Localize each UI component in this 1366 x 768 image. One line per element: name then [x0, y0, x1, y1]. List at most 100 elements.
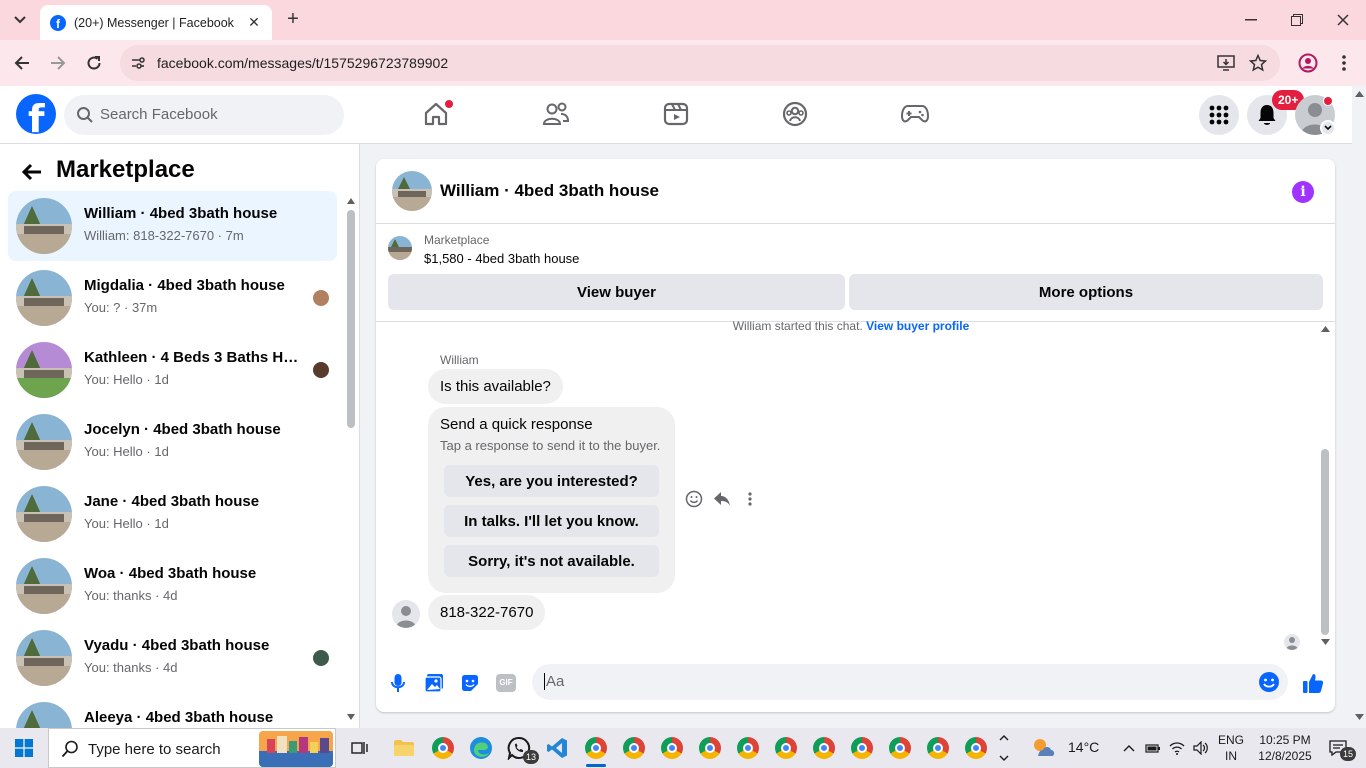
weather-widget[interactable]: 14°C [1030, 736, 1099, 758]
clock[interactable]: 10:25 PM 12/8/2025 [1250, 732, 1320, 764]
conversation-item[interactable]: William · 4bed 3bath house William: 818-3… [8, 191, 337, 261]
install-app-icon[interactable] [1216, 53, 1236, 73]
chrome-profile-button[interactable] [1296, 51, 1320, 75]
start-button[interactable] [0, 728, 48, 768]
gaming-nav-button[interactable] [899, 98, 931, 130]
scroll-down-arrow-icon[interactable] [1355, 714, 1364, 720]
sender-avatar[interactable] [392, 600, 420, 628]
view-buyer-profile-link[interactable]: View buyer profile [866, 319, 969, 333]
video-nav-button[interactable] [660, 98, 692, 130]
voice-clip-button[interactable] [386, 671, 410, 695]
chrome-profile-7-app[interactable] [808, 732, 840, 764]
send-like-button[interactable] [1301, 671, 1325, 695]
chrome-profile-11-app[interactable] [960, 732, 992, 764]
grid-menu-icon [1209, 105, 1229, 125]
message-bubble: 818-322-7670 [428, 595, 546, 630]
notification-center-button[interactable]: 15 [1326, 739, 1356, 761]
quick-reply-not-available[interactable]: Sorry, it's not available. [444, 545, 659, 577]
battery-tray-button[interactable] [1144, 739, 1162, 757]
chrome-profile-2-app[interactable] [618, 732, 650, 764]
message-more-button[interactable] [740, 489, 760, 509]
info-icon[interactable]: i [1292, 181, 1314, 203]
scroll-up-arrow-icon[interactable] [347, 198, 355, 204]
chrome-profile-6-app[interactable] [770, 732, 802, 764]
scroll-down-arrow-icon[interactable] [1321, 639, 1330, 645]
view-buyer-button[interactable]: View buyer [388, 274, 845, 310]
react-button[interactable] [684, 489, 704, 509]
chrome-profile-10-app[interactable] [922, 732, 954, 764]
chrome-profile-3-app[interactable] [656, 732, 688, 764]
listing-avatar[interactable] [392, 171, 432, 211]
friends-nav-button[interactable] [540, 98, 572, 130]
scroll-down-arrow-icon[interactable] [347, 714, 355, 720]
forward-button[interactable] [46, 51, 70, 75]
volume-tray-button[interactable] [1192, 739, 1210, 757]
chrome-profile-1-app[interactable] [580, 732, 612, 767]
page-scrollbar[interactable] [1352, 86, 1366, 728]
sidebar-scrollbar-thumb[interactable] [347, 210, 355, 428]
reply-button[interactable] [712, 489, 732, 509]
chrome-profile-4-app[interactable] [694, 732, 726, 764]
close-tab-icon[interactable]: ✕ [246, 14, 262, 31]
listing-thumbnail[interactable] [388, 236, 412, 260]
conversation-name: Kathleen · 4 Beds 3 Baths Hou... [84, 349, 304, 366]
message-input[interactable]: Aa [532, 664, 1288, 700]
attach-photo-button[interactable] [422, 671, 446, 695]
show-hidden-icons-button[interactable] [1120, 739, 1138, 757]
network-tray-button[interactable] [1168, 739, 1186, 757]
taskbar-search-box[interactable]: Type here to search [48, 728, 336, 768]
chrome-profile-5-app[interactable] [732, 732, 764, 764]
browser-toolbar: facebook.com/messages/t/1575296723789902 [0, 40, 1366, 86]
language-indicator[interactable]: ENG IN [1214, 732, 1248, 764]
more-options-button[interactable]: More options [849, 274, 1323, 310]
seen-indicator-avatar [1284, 634, 1300, 650]
conversation-item[interactable]: Kathleen · 4 Beds 3 Baths Hou... You: Hel… [8, 335, 337, 405]
chat-scrollbar-thumb[interactable] [1321, 449, 1329, 635]
groups-nav-button[interactable] [779, 98, 811, 130]
back-arrow-button[interactable] [18, 158, 46, 186]
tab-list-button[interactable] [8, 9, 32, 31]
conversation-item[interactable]: Woa · 4bed 3bath house You: thanks · 4d [8, 551, 337, 621]
conversation-item[interactable]: Jane · 4bed 3bath house You: Hello · 1d [8, 479, 337, 549]
folder-icon [394, 740, 414, 756]
conversation-item[interactable]: Migdalia · 4bed 3bath house You: ? · 37m [8, 263, 337, 333]
gif-button[interactable]: GIF [494, 671, 518, 695]
chrome-taskbar-app[interactable] [427, 732, 459, 764]
chrome-profile-9-app[interactable] [884, 732, 916, 764]
reload-button[interactable] [82, 51, 106, 75]
scroll-up-arrow-icon[interactable] [1321, 326, 1330, 332]
task-view-button[interactable] [344, 732, 376, 764]
vscode-taskbar-app[interactable] [541, 732, 573, 764]
search-placeholder: Search Facebook [100, 106, 218, 123]
edge-taskbar-app[interactable] [465, 732, 497, 764]
bookmark-star-icon[interactable] [1248, 53, 1268, 73]
account-menu-chevron[interactable] [1320, 120, 1336, 136]
sticker-button[interactable] [458, 671, 482, 695]
new-tab-button[interactable]: + [282, 8, 304, 30]
file-explorer-button[interactable] [388, 732, 420, 764]
listing-title[interactable]: $1,580 - 4bed 3bath house [424, 251, 579, 266]
quick-reply-interested[interactable]: Yes, are you interested? [444, 465, 659, 497]
quick-reply-in-talks[interactable]: In talks. I'll let you know. [444, 505, 659, 537]
conversation-item[interactable]: Jocelyn · 4bed 3bath house You: Hello · 1… [8, 407, 337, 477]
facebook-logo-icon[interactable]: f [16, 94, 56, 134]
chrome-profile-8-app[interactable] [846, 732, 878, 764]
address-bar[interactable]: facebook.com/messages/t/1575296723789902 [120, 45, 1280, 81]
conversation-item[interactable]: Aleeya · 4bed 3bath house [8, 695, 337, 728]
chat-title[interactable]: William · 4bed 3bath house [440, 181, 659, 201]
site-info-icon[interactable] [128, 53, 148, 73]
emoji-icon[interactable] [1258, 671, 1280, 693]
taskbar-overflow-scroll[interactable] [996, 732, 1012, 764]
menu-grid-button[interactable] [1199, 95, 1239, 135]
conversation-item[interactable]: Vyadu · 4bed 3bath house You: thanks · 4d [8, 623, 337, 693]
back-button[interactable] [10, 51, 34, 75]
close-window-button[interactable] [1328, 8, 1358, 32]
restore-button[interactable] [1282, 8, 1312, 32]
browser-tab-messenger[interactable]: f (20+) Messenger | Facebook ✕ [40, 5, 272, 40]
browser-menu-button[interactable] [1332, 51, 1356, 75]
whatsapp-taskbar-app[interactable]: 13 [503, 732, 539, 764]
scroll-up-arrow-icon[interactable] [1355, 91, 1364, 97]
facebook-search-input[interactable]: Search Facebook [64, 95, 344, 135]
marketplace-sidebar: Marketplace William · 4bed 3bath house Wi… [0, 144, 360, 728]
minimize-button[interactable] [1236, 8, 1266, 32]
